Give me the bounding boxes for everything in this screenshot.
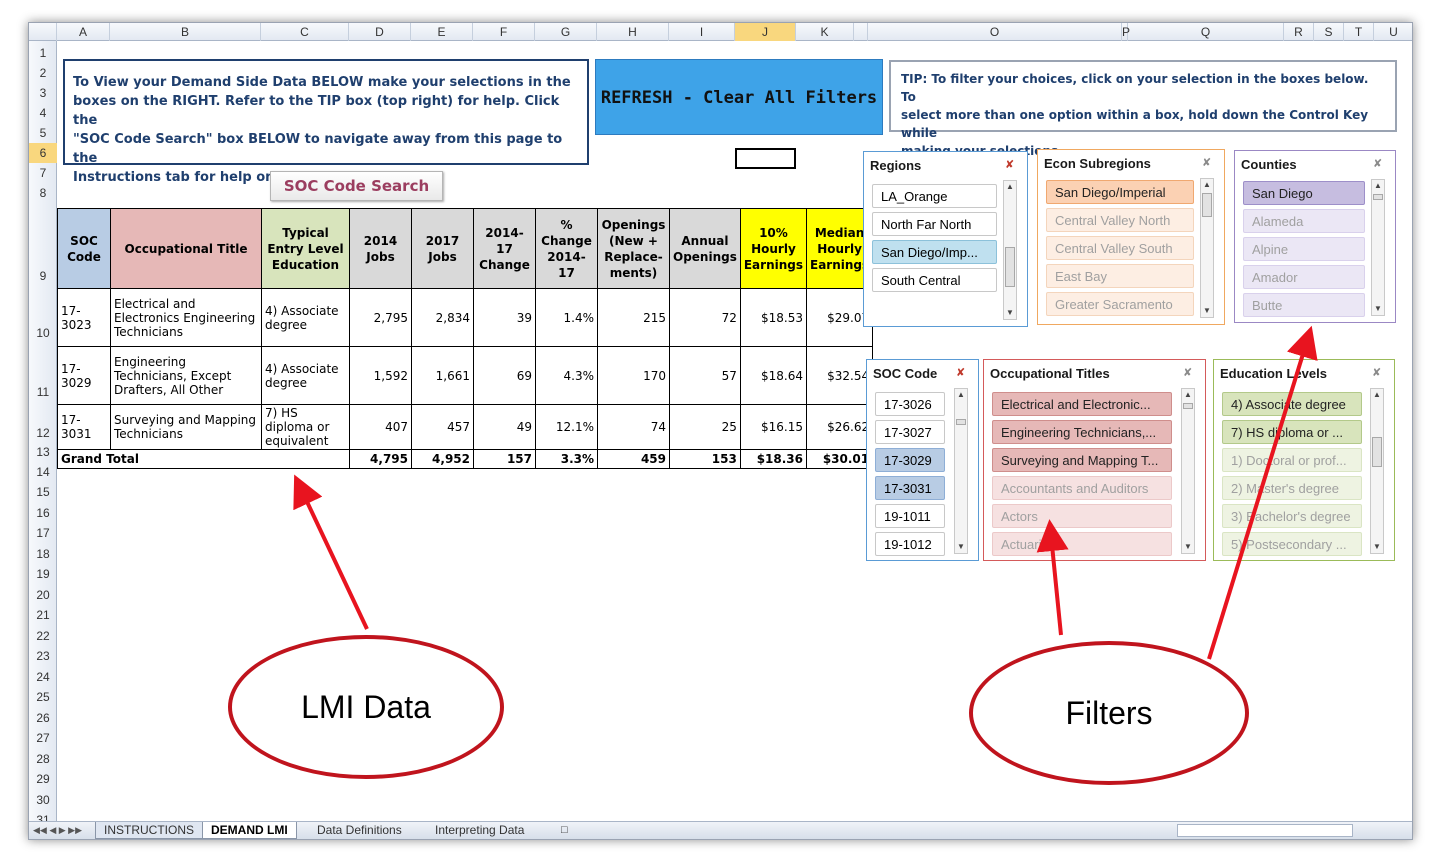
tab-interpreting-data[interactable]: Interpreting Data — [427, 822, 532, 839]
new-sheet-icon[interactable]: □ — [553, 822, 576, 839]
tab-demand-lmi[interactable]: DEMAND LMI — [202, 822, 297, 839]
filters-callout: Filters — [969, 641, 1249, 785]
tab-nav-arrows-icon[interactable]: ◀◀ ◀ ▶ ▶▶ — [33, 822, 82, 839]
lmi-data-callout: LMI Data — [228, 635, 504, 779]
tab-instructions[interactable]: INSTRUCTIONS — [95, 822, 203, 839]
tab-data-definitions[interactable]: Data Definitions — [309, 822, 410, 839]
excel-window: A B C D E F G H I J K O P Q R S T U 1 2 … — [28, 22, 1413, 840]
horizontal-scrollbar[interactable] — [1177, 824, 1353, 837]
sheet-tab-bar: ◀◀ ◀ ▶ ▶▶ INSTRUCTIONS DEMAND LMI Data D… — [29, 821, 1412, 839]
arrow-to-counties-slicer — [1207, 325, 1318, 660]
arrow-to-titles-slicer — [1036, 519, 1069, 636]
arrow-to-table — [293, 474, 369, 630]
